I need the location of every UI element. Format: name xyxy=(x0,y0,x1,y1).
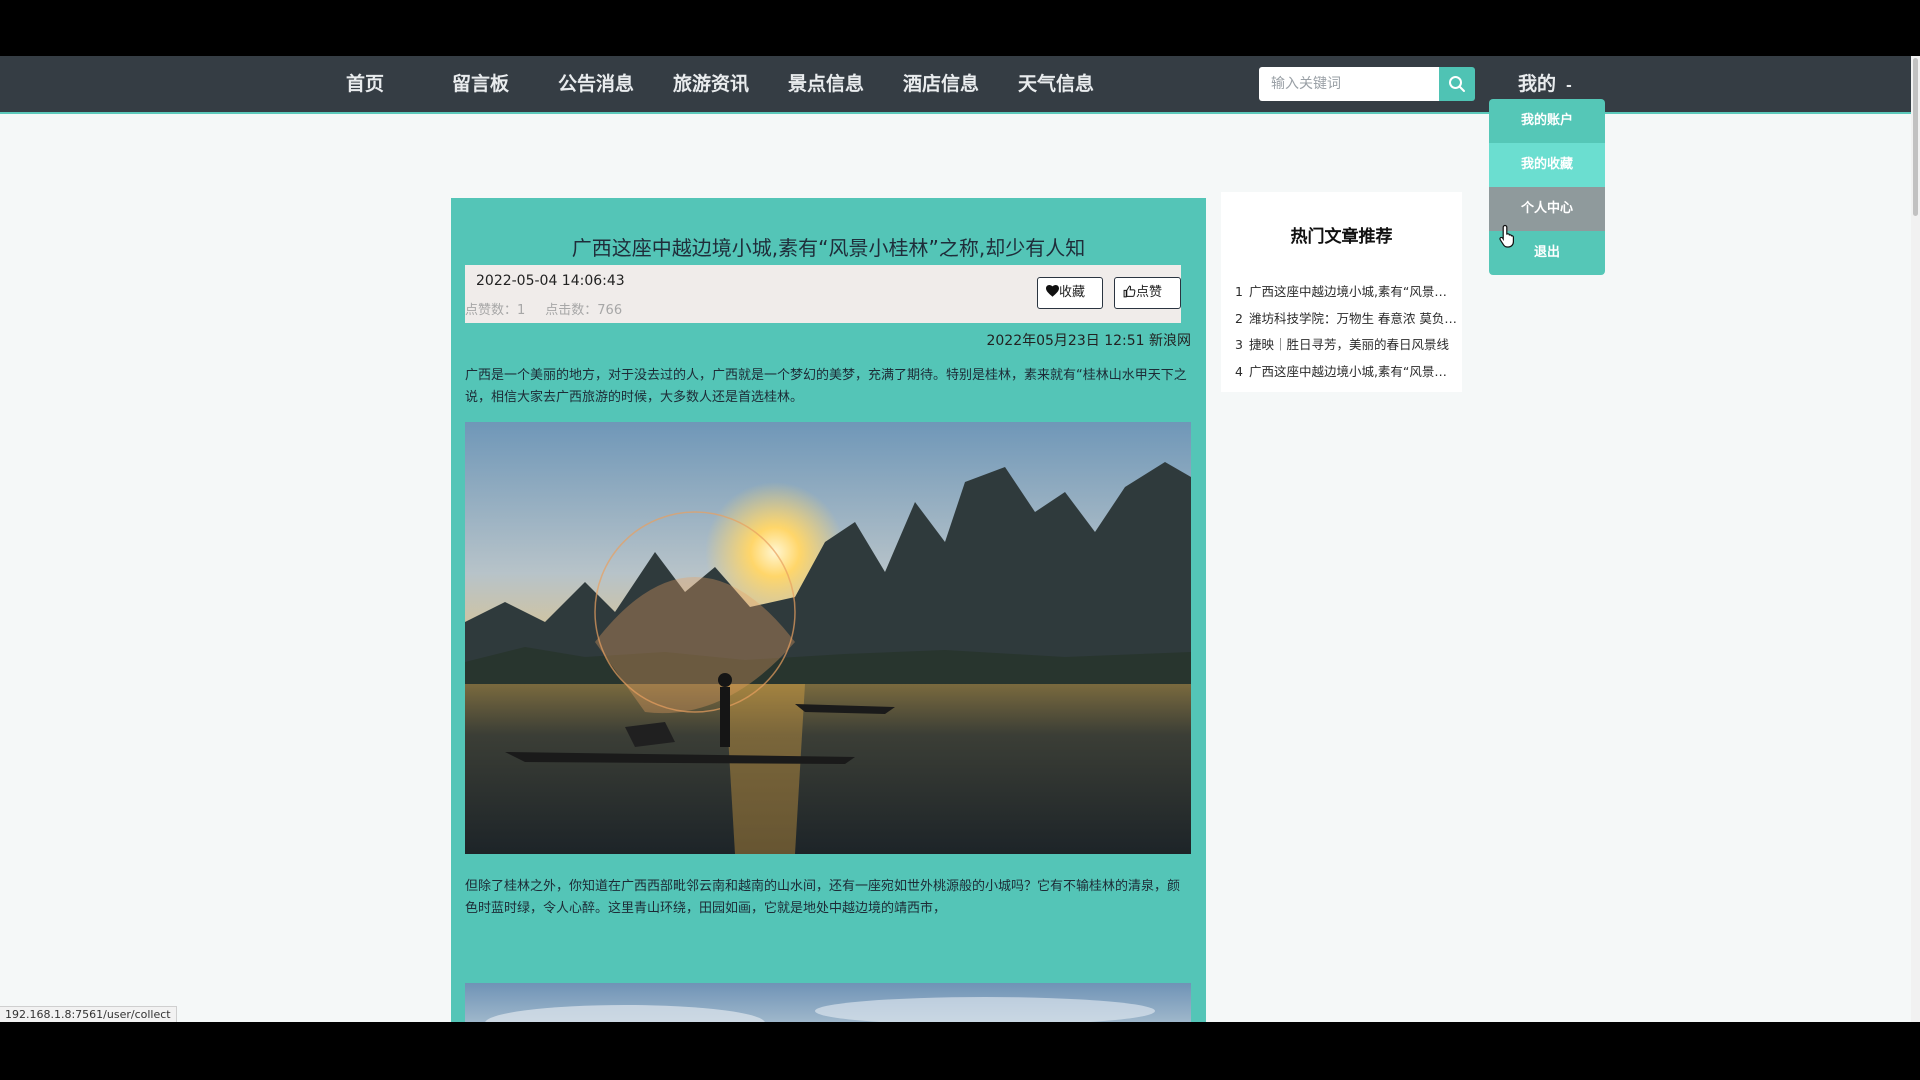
hot-article-text: 广西这座中越边境小城,素有“风景小桂林”之称,却少有人知 xyxy=(1248,284,1457,299)
article-title: 广西这座中越边境小城,素有“风景小桂林”之称,却少有人知 xyxy=(571,236,1086,260)
article-photo-sky xyxy=(465,983,1191,1022)
article-meta-bar: 2022-05-04 14:06:43 点赞数：1 点击数：766 收藏 点赞 xyxy=(465,265,1181,323)
nav-message-board[interactable]: 留言板 xyxy=(452,56,509,112)
hot-article-item[interactable]: 2 潍坊科技学院：万物生 春意浓 莫负好春光 xyxy=(1235,306,1457,333)
hot-articles-panel: 热门文章推荐 1 广西这座中越边境小城,素有“风景小桂林”之称,却少有人知 2 潍坊… xyxy=(1221,192,1462,392)
hot-article-number: 4 xyxy=(1235,363,1243,379)
article-card: 广西这座中越边境小城,素有“风景小桂林”之称,却少有人知 2022-05-04 … xyxy=(451,198,1206,1022)
status-bar-url: 192.168.1.8:7561/user/collect xyxy=(0,1006,177,1022)
favorite-button[interactable]: 收藏 xyxy=(1037,277,1103,309)
hot-articles-title: 热门文章推荐 xyxy=(1290,227,1393,247)
menu-my-favorites[interactable]: 我的收藏 xyxy=(1489,143,1605,187)
scrollbar-thumb[interactable] xyxy=(1913,58,1918,216)
search-input[interactable] xyxy=(1259,67,1439,101)
hand-pointer-icon xyxy=(1499,224,1514,248)
my-menu-label: 我的 xyxy=(1518,73,1557,95)
heart-icon xyxy=(1046,285,1059,297)
article-datetime: 2022-05-04 14:06:43 xyxy=(476,273,625,289)
page-scrollbar[interactable] xyxy=(1911,56,1920,1022)
hot-article-item[interactable]: 3 捷映｜胜日寻芳，美丽的春日风景线 xyxy=(1235,332,1457,359)
hot-article-number: 1 xyxy=(1235,284,1243,299)
nav-hotels[interactable]: 酒店信息 xyxy=(903,56,979,112)
top-navbar: 首页 留言板 公告消息 旅游资讯 景点信息 酒店信息 天气信息 我的- xyxy=(0,56,1920,114)
hot-article-text: 广西这座中越边境小城,素有“风景小桂林”之称 xyxy=(1248,363,1457,379)
article-photo-karst-sunset xyxy=(465,422,1191,854)
search-button[interactable] xyxy=(1439,67,1475,101)
hot-article-number: 2 xyxy=(1235,310,1243,326)
browser-viewport: 首页 留言板 公告消息 旅游资讯 景点信息 酒店信息 天气信息 我的- 我的账户… xyxy=(0,56,1920,1022)
my-menu-dropdown: 我的账户 我的收藏 个人中心 退出 xyxy=(1489,99,1605,275)
chevron-down-icon: - xyxy=(1566,78,1572,94)
thumbs-up-icon xyxy=(1123,285,1136,298)
article-stats: 点赞数：1 点击数：766 xyxy=(465,299,642,318)
search-icon xyxy=(1449,76,1465,92)
hot-article-text: 捷映｜胜日寻芳，美丽的春日风景线 xyxy=(1248,337,1449,352)
menu-my-account[interactable]: 我的账户 xyxy=(1489,99,1605,143)
favorite-label: 收藏 xyxy=(1059,285,1086,300)
click-count: 点击数：766 xyxy=(545,303,623,318)
hot-article-number: 3 xyxy=(1235,337,1243,352)
article-paragraph: 但除了桂林之外，你知道在广西西部毗邻云南和越南的山水间，还有一座宛如世外桃源般的… xyxy=(465,879,1181,916)
nav-travel-news[interactable]: 旅游资讯 xyxy=(673,56,749,112)
nav-weather[interactable]: 天气信息 xyxy=(1018,56,1094,112)
article-source-line: 2022年05月23日 12:51 新浪网 xyxy=(986,333,1191,349)
hot-article-item[interactable]: 4 广西这座中越边境小城,素有“风景小桂林”之称 xyxy=(1235,359,1457,386)
hot-article-text: 潍坊科技学院：万物生 春意浓 莫负好春光 xyxy=(1248,310,1457,326)
nav-announcements[interactable]: 公告消息 xyxy=(558,56,634,112)
nav-attractions[interactable]: 景点信息 xyxy=(788,56,864,112)
like-button[interactable]: 点赞 xyxy=(1114,277,1181,309)
article-paragraph: 广西是一个美丽的地方，对于没去过的人，广西就是一个梦幻的美梦，充满了期待。特别是… xyxy=(465,368,1187,405)
like-label: 点赞 xyxy=(1136,285,1163,300)
hot-article-item[interactable]: 1 广西这座中越边境小城,素有“风景小桂林”之称,却少有人知 xyxy=(1235,279,1457,306)
nav-home[interactable]: 首页 xyxy=(346,56,384,112)
hot-articles-list: 1 广西这座中越边境小城,素有“风景小桂林”之称,却少有人知 2 潍坊科技学院：万物… xyxy=(1235,279,1457,385)
like-count: 点赞数：1 xyxy=(465,303,526,318)
